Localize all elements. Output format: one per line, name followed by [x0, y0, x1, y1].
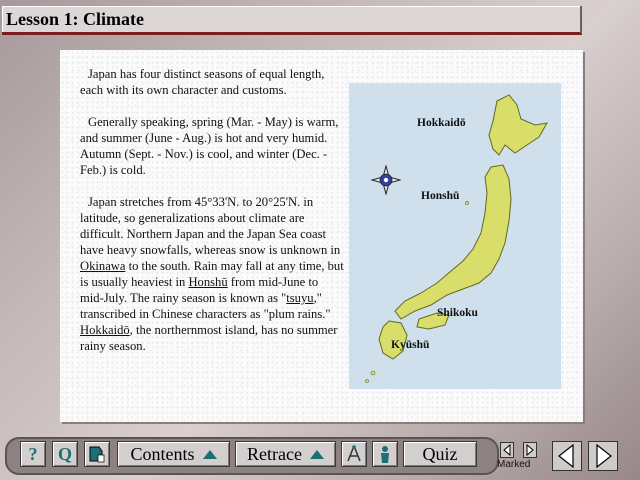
chevron-up-icon [309, 449, 324, 459]
contents-label: Contents [130, 443, 195, 464]
prev-marked-button[interactable] [500, 442, 514, 458]
hokkaido-label: Hokkaidō [417, 117, 466, 129]
search-icon: Q [57, 443, 72, 464]
paragraph-1: Japan has four distinct seasons of equal… [80, 67, 325, 97]
page-title: Lesson 1: Climate [6, 9, 144, 29]
title-bar: Lesson 1: Climate [2, 6, 582, 35]
marked-label: Marked [497, 459, 531, 470]
arrow-right-icon [596, 443, 612, 469]
paragraph-3-text: Japan stretches from 45°33'N. to 20°25'N… [80, 195, 341, 257]
search-button[interactable]: Q [52, 441, 78, 467]
next-marked-button[interactable] [523, 442, 537, 458]
quiz-label: Quiz [422, 443, 458, 464]
hokkaido-link[interactable]: Hokkaidō [80, 323, 130, 337]
okinawa-link[interactable]: Okinawa [80, 259, 125, 273]
chevron-left-icon [503, 443, 511, 457]
retrace-button[interactable]: Retrace [235, 441, 336, 467]
honshu-island [394, 164, 512, 320]
tsuyu-link[interactable]: tsuyu [286, 291, 313, 305]
chevron-up-icon [202, 449, 217, 459]
contents-button[interactable]: Contents [117, 441, 230, 467]
help-button[interactable]: ? [20, 441, 46, 467]
lesson-text: Japan has four distinct seasons of equal… [80, 66, 344, 370]
hokkaido-island [488, 94, 548, 156]
bookmark-icon [89, 446, 105, 463]
bookmark-button[interactable] [84, 441, 110, 467]
arrow-left-icon [558, 443, 574, 469]
shikoku-label: Shikoku [437, 307, 478, 319]
question-icon: ? [28, 443, 38, 464]
previous-page-button[interactable] [552, 441, 582, 471]
kyushu-label: Kyūshū [391, 339, 430, 351]
paragraph-2: Generally speaking, spring (Mar. - May) … [80, 115, 339, 177]
paragraph-3: Japan stretches from 45°33'N. to 20°25'N… [80, 194, 344, 354]
chevron-right-icon [526, 443, 534, 457]
person-button[interactable] [372, 441, 398, 467]
compass-tool-icon [347, 445, 361, 462]
compass-icon [371, 165, 401, 195]
retrace-label: Retrace [247, 443, 302, 464]
person-icon [381, 446, 389, 463]
tools-button[interactable] [341, 441, 367, 467]
honshu-link[interactable]: Honshū [188, 275, 227, 289]
japan-map: Hokkaidō Honshū Shikoku Kyūshū [349, 83, 561, 389]
next-page-button[interactable] [588, 441, 618, 471]
honshu-label: Honshū [421, 190, 460, 202]
quiz-button[interactable]: Quiz [403, 441, 477, 467]
